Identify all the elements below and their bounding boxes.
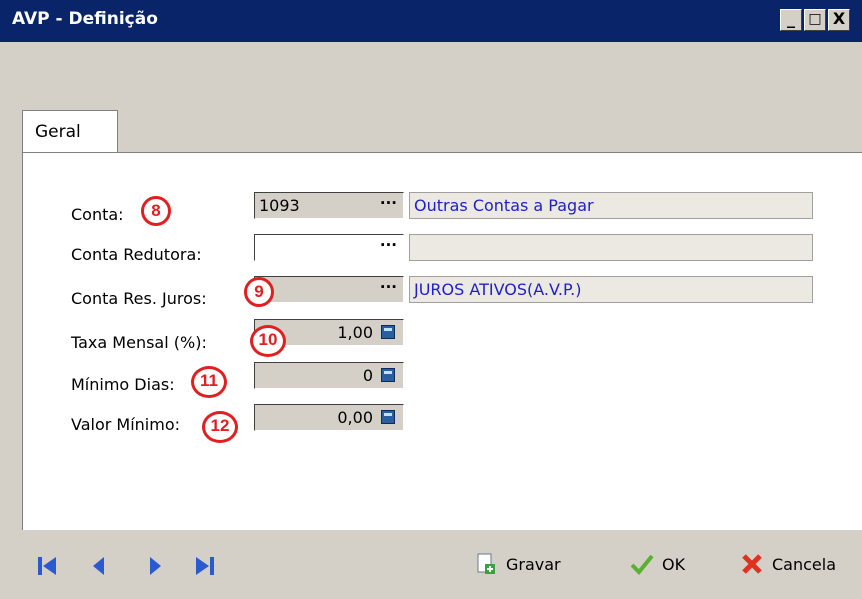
conta-redutora-lookup-button[interactable]: ···	[380, 236, 397, 254]
conta-description: Outras Contas a Pagar	[409, 192, 813, 219]
form-panel: Conta: 8 1093 ··· Outras Contas a Pagar …	[22, 152, 862, 530]
conta-label: Conta:	[71, 205, 124, 224]
cancel-button[interactable]: Cancela	[740, 552, 858, 580]
conta-lookup-button[interactable]: ···	[380, 194, 397, 212]
save-button[interactable]: Gravar	[474, 552, 584, 580]
valor-minimo-input[interactable]: 0,00	[254, 404, 404, 431]
conta-res-juros-input[interactable]: 0 ···	[254, 276, 404, 303]
callout-badge: 10	[250, 325, 286, 357]
last-record-icon[interactable]	[194, 555, 216, 577]
window: AVP - Definição _ □ X Geral Conta: 8 109…	[0, 0, 862, 599]
valor-minimo-label: Valor Mínimo:	[71, 415, 181, 434]
conta-res-juros-label: Conta Res. Juros:	[71, 289, 207, 308]
checkmark-icon	[630, 554, 654, 575]
calculator-icon[interactable]	[381, 410, 395, 424]
conta-redutora-description	[409, 234, 813, 261]
first-record-icon[interactable]	[36, 555, 58, 577]
maximize-button[interactable]: □	[804, 9, 826, 31]
calculator-icon[interactable]	[381, 368, 395, 382]
conta-code-input[interactable]: 1093 ···	[254, 192, 404, 219]
conta-res-juros-lookup-button[interactable]: ···	[380, 278, 397, 296]
callout-badge: 8	[141, 196, 171, 226]
minimize-button[interactable]: _	[780, 9, 802, 31]
taxa-mensal-label: Taxa Mensal (%):	[71, 333, 207, 352]
close-button[interactable]: X	[828, 9, 850, 31]
ok-button[interactable]: OK	[630, 552, 710, 580]
tab-geral[interactable]: Geral	[22, 110, 118, 154]
title-bar: AVP - Definição _ □ X	[0, 0, 862, 42]
minimo-dias-label: Mínimo Dias:	[71, 375, 175, 394]
callout-badge: 9	[244, 277, 274, 307]
toolbar	[0, 42, 862, 125]
conta-redutora-input[interactable]: ···	[254, 234, 404, 261]
next-record-icon[interactable]	[144, 555, 166, 577]
window-title: AVP - Definição	[12, 9, 158, 29]
previous-record-icon[interactable]	[88, 555, 110, 577]
cancel-x-icon	[742, 554, 762, 574]
calculator-icon[interactable]	[381, 325, 395, 339]
conta-redutora-label: Conta Redutora:	[71, 245, 202, 264]
callout-badge: 11	[191, 366, 227, 398]
bottom-bar: Gravar OK Cancela	[0, 530, 862, 599]
conta-res-juros-description: JUROS ATIVOS(A.V.P.)	[409, 276, 813, 303]
save-icon	[477, 553, 495, 574]
callout-badge: 12	[202, 411, 238, 443]
minimo-dias-input[interactable]: 0	[254, 362, 404, 389]
